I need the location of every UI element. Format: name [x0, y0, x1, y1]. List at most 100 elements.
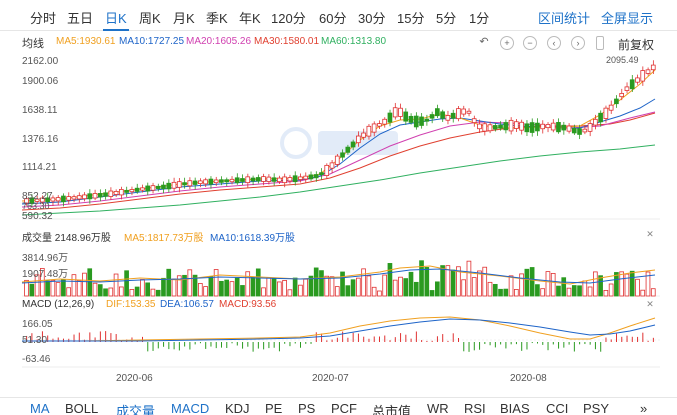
- candle: [587, 123, 593, 132]
- more-indicators-icon[interactable]: »: [640, 401, 647, 415]
- indicator-boll[interactable]: BOLL: [65, 401, 98, 415]
- volume-bar: [161, 277, 166, 297]
- volume-bar: [498, 288, 503, 297]
- candle: [87, 193, 93, 200]
- volume-bar: [124, 270, 129, 297]
- indicator-kdj[interactable]: KDJ: [225, 401, 250, 415]
- indicator-volume[interactable]: 成交量: [116, 401, 155, 415]
- candle: [155, 185, 161, 189]
- indicator-cci[interactable]: CCI: [546, 401, 568, 415]
- candle: [182, 182, 187, 186]
- indicator-rsi[interactable]: RSI: [464, 401, 486, 415]
- candle: [76, 195, 82, 200]
- volume-bar: [108, 287, 114, 297]
- volume-bar: [487, 281, 493, 297]
- volume-bar: [566, 287, 572, 297]
- macd-axis-top: 166.05: [22, 319, 53, 330]
- indicator-bias[interactable]: BIAS: [500, 401, 530, 415]
- volume-bar: [103, 288, 108, 297]
- candle: [140, 187, 145, 191]
- candle: [577, 128, 582, 135]
- volume-bar: [650, 288, 656, 297]
- volume-bar: [635, 278, 640, 297]
- volume-bar: [413, 281, 419, 297]
- volume-bar: [556, 285, 561, 297]
- candle: [224, 179, 230, 183]
- volume-bar: [366, 275, 372, 297]
- candle: [82, 194, 87, 200]
- volume-bar: [471, 277, 477, 297]
- candle: [403, 111, 409, 122]
- candle: [593, 118, 598, 126]
- indicator-bar: MA BOLL 成交量 MACD KDJ PE PS PCF 总市值 WR RS…: [0, 397, 677, 415]
- candle: [213, 179, 219, 184]
- candle: [361, 132, 366, 138]
- candle: [366, 125, 372, 137]
- candle: [603, 107, 609, 119]
- candle: [482, 123, 488, 132]
- volume-bar: [266, 277, 272, 297]
- volume-bar: [203, 286, 208, 297]
- candle: [350, 141, 356, 148]
- indicator-pcf[interactable]: PCF: [331, 401, 357, 415]
- volume-bar: [519, 273, 524, 297]
- indicator-macd[interactable]: MACD: [171, 401, 209, 415]
- price-high-marker: 2095.49: [606, 55, 639, 65]
- volume-bar: [345, 285, 351, 297]
- indicator-wr[interactable]: WR: [427, 401, 449, 415]
- candle: [556, 122, 561, 133]
- candle: [208, 178, 214, 185]
- price-axis-2: 1638.11: [22, 105, 58, 116]
- volume-bar: [219, 280, 224, 297]
- volume-bar: [508, 275, 514, 297]
- volume-bar: [624, 273, 630, 297]
- indicator-ma[interactable]: MA: [30, 401, 50, 415]
- volume-bar: [608, 283, 614, 297]
- volume-bar: [482, 266, 488, 297]
- volume-bar: [166, 268, 172, 297]
- volume-bar: [382, 274, 388, 297]
- date-label-jul: 2020-07: [312, 373, 349, 384]
- volume-bar: [76, 280, 82, 297]
- candle: [503, 122, 509, 131]
- volume-bar: [61, 279, 66, 297]
- indicator-psy[interactable]: PSY: [583, 401, 609, 415]
- candle: [298, 176, 303, 180]
- kline-chart[interactable]: [0, 0, 677, 397]
- indicator-pe[interactable]: PE: [265, 401, 282, 415]
- volume-bar: [197, 283, 203, 297]
- volume-bar: [50, 279, 56, 297]
- candle: [134, 187, 140, 192]
- volume-bar: [319, 270, 324, 297]
- candle: [166, 182, 172, 190]
- candle: [324, 164, 330, 176]
- candle: [55, 197, 61, 202]
- volume-bar: [255, 268, 261, 297]
- volume-bar: [466, 260, 472, 297]
- candle: [271, 177, 277, 182]
- macd-axis-bottom: -63.46: [22, 354, 51, 365]
- candle: [471, 118, 477, 124]
- volume-bar: [371, 286, 377, 297]
- candle: [282, 176, 287, 184]
- candle: [550, 122, 556, 131]
- price-low-marker: 763.30: [22, 201, 50, 211]
- candle: [340, 152, 345, 158]
- candle: [108, 190, 114, 197]
- volume-bar: [535, 284, 540, 297]
- date-label-aug: 2020-08: [510, 373, 547, 384]
- indicator-market-cap[interactable]: 总市值: [372, 401, 411, 415]
- volume-bar: [29, 283, 35, 297]
- price-axis-bottom: 590.32: [22, 211, 53, 222]
- volume-bar: [234, 277, 240, 297]
- volume-bar: [129, 289, 135, 297]
- indicator-ps[interactable]: PS: [298, 401, 315, 415]
- volume-bar: [461, 279, 467, 297]
- candle: [387, 112, 393, 123]
- candle: [313, 174, 319, 179]
- candle: [498, 124, 503, 129]
- candle: [234, 177, 240, 184]
- volume-bar: [187, 269, 193, 297]
- volume-bar: [377, 290, 382, 297]
- volume-bar: [598, 275, 603, 297]
